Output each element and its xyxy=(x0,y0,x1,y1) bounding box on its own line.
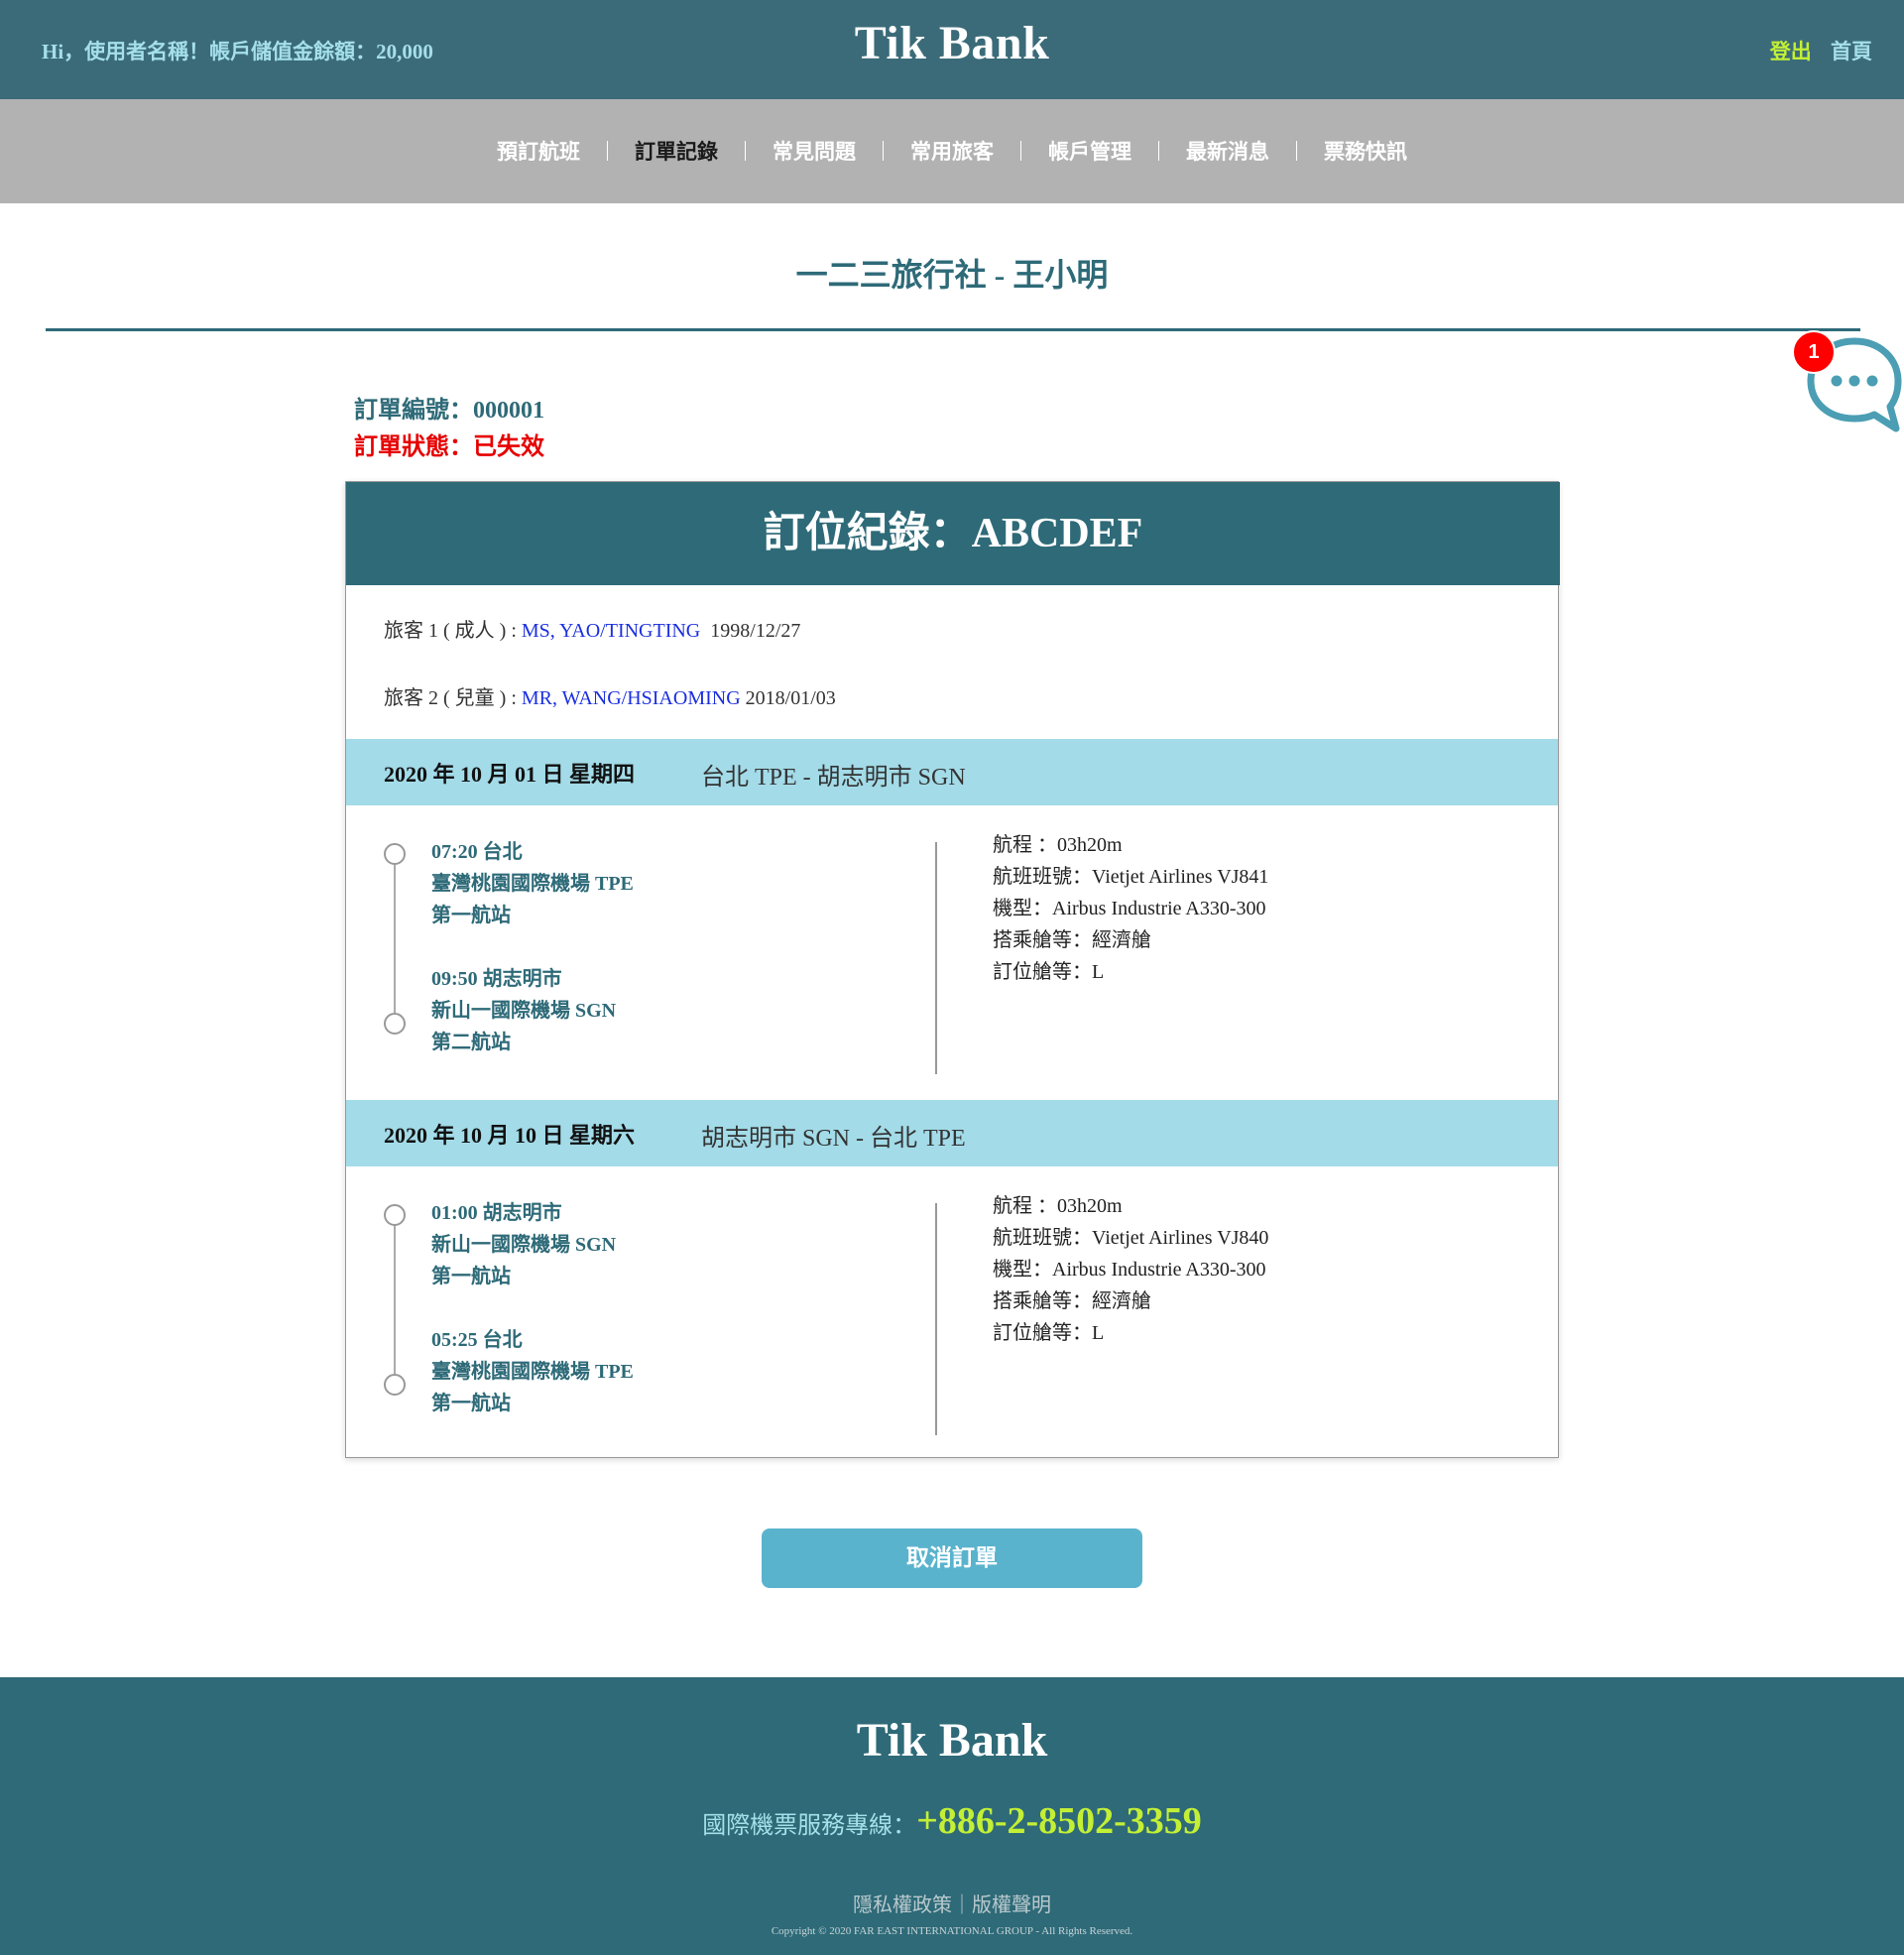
aircraft-type: 機型：Airbus Industrie A330-300 xyxy=(993,898,1266,919)
cabin-class: 搭乘艙等：經濟艙 xyxy=(993,929,1151,951)
timeline-end-dot xyxy=(384,1374,406,1396)
timeline-start-dot xyxy=(384,1204,406,1226)
hotline-number[interactable]: +886-2-8502-3359 xyxy=(916,1800,1202,1842)
cancel-order-button[interactable]: 取消訂單 xyxy=(762,1528,1142,1588)
flight-details: 航程 ：03h20m 航班班號：Vietjet Airlines VJ840 機… xyxy=(993,1190,1268,1349)
nav-item-ticket-alerts[interactable]: 票務快訊 xyxy=(1297,136,1434,166)
departure-time-city: 01:00 胡志明市 xyxy=(431,1202,562,1224)
segment-divider xyxy=(935,1203,937,1435)
departure-terminal: 第一航站 xyxy=(431,1266,511,1287)
segment-header: 2020 年 10 月 01 日 星期四 台北 TPE - 胡志明市 SGN xyxy=(346,739,1558,805)
flight-details: 航程 ：03h20m 航班班號：Vietjet Airlines VJ841 機… xyxy=(993,829,1268,988)
chat-notification-badge: 1 xyxy=(1792,330,1836,374)
departure-airport: 新山一國際機場 SGN xyxy=(431,1234,617,1256)
departure-airport: 臺灣桃園國際機場 TPE xyxy=(431,873,634,895)
departure-info: 01:00 胡志明市 新山一國際機場 SGN 第一航站 xyxy=(431,1197,616,1292)
passenger-label: 旅客 1 ( 成人 ) : xyxy=(384,620,522,642)
nav-list: 預訂航班 訂單記錄 常見問題 常用旅客 帳戶管理 最新消息 票務快訊 xyxy=(0,136,1904,166)
segment-divider xyxy=(935,842,937,1074)
nav-item-frequent-travelers[interactable]: 常用旅客 xyxy=(884,136,1020,166)
arrival-info: 05:25 台北 臺灣桃園國際機場 TPE 第一航站 xyxy=(431,1324,634,1419)
passenger-dob: 2018/01/03 xyxy=(745,687,836,709)
flight-duration: 航程 ：03h20m xyxy=(993,1195,1123,1217)
order-status: 訂單狀態：已失效 xyxy=(354,434,544,460)
nav-item-order-records[interactable]: 訂單記錄 xyxy=(608,136,745,166)
nav-item-faq[interactable]: 常見問題 xyxy=(746,136,883,166)
timeline-start-dot xyxy=(384,843,406,865)
footer: Tik Bank 國際機票服務專線：+886-2-8502-3359 隱私權政策… xyxy=(0,1677,1904,1955)
title-divider xyxy=(46,328,1860,331)
booking-class: 訂位艙等：L xyxy=(993,1322,1105,1344)
passenger-dob: 1998/12/27 xyxy=(710,620,801,642)
flight-number: 航班班號：Vietjet Airlines VJ840 xyxy=(993,1227,1269,1249)
arrival-airport: 新山一國際機場 SGN xyxy=(431,1000,617,1022)
nav-item-book-flight[interactable]: 預訂航班 xyxy=(470,136,607,166)
main-nav: 預訂航班 訂單記錄 常見問題 常用旅客 帳戶管理 最新消息 票務快訊 xyxy=(0,99,1904,203)
passenger-name: MR, WANG/HSIAOMING xyxy=(521,687,741,709)
arrival-time-city: 05:25 台北 xyxy=(431,1329,523,1351)
departure-time-city: 07:20 台北 xyxy=(431,841,523,863)
departure-info: 07:20 台北 臺灣桃園國際機場 TPE 第一航站 xyxy=(431,836,634,931)
flight-number: 航班班號：Vietjet Airlines VJ841 xyxy=(993,866,1269,888)
page-title: 一二三旅行社 - 王小明 xyxy=(795,257,1109,293)
segment-date: 2020 年 10 月 01 日 星期四 xyxy=(384,762,636,787)
segment-header: 2020 年 10 月 10 日 星期六 胡志明市 SGN - 台北 TPE xyxy=(346,1100,1558,1166)
top-header: Hi，使用者名稱！帳戶儲值金餘額：20,000 Tik Bank 登出 首頁 xyxy=(0,0,1904,99)
order-number: 訂單編號：000001 xyxy=(354,398,544,424)
top-links: 登出 首頁 xyxy=(1756,36,1872,65)
segment-details: 07:20 台北 臺灣桃園國際機場 TPE 第一航站 09:50 胡志明市 新山… xyxy=(346,805,1558,1093)
service-hotline: 國際機票服務專線：+886-2-8502-3359 xyxy=(0,1799,1904,1843)
flight-duration: 航程 ：03h20m xyxy=(993,834,1123,856)
booking-record-card: 訂位紀錄：ABCDEF 旅客 1 ( 成人 ) : MS, YAO/TINGTI… xyxy=(345,481,1560,1458)
footer-links: 隱私權政策｜版權聲明 xyxy=(0,1889,1904,1917)
segment-route: 胡志明市 SGN - 台北 TPE xyxy=(701,1126,966,1152)
passenger-label: 旅客 2 ( 兒童 ) : xyxy=(384,687,522,709)
arrival-info: 09:50 胡志明市 新山一國際機場 SGN 第二航站 xyxy=(431,963,616,1058)
segment-details: 01:00 胡志明市 新山一國際機場 SGN 第一航站 05:25 台北 臺灣桃… xyxy=(346,1166,1558,1454)
arrival-terminal: 第二航站 xyxy=(431,1032,511,1053)
copyright-statement-link[interactable]: 版權聲明 xyxy=(972,1894,1051,1916)
timeline-end-dot xyxy=(384,1013,406,1035)
passenger-name: MS, YAO/TINGTING xyxy=(521,620,701,642)
cabin-class: 搭乘艙等：經濟艙 xyxy=(993,1290,1151,1312)
timeline-line xyxy=(394,1215,396,1385)
booking-class: 訂位艙等：L xyxy=(993,961,1105,983)
privacy-policy-link[interactable]: 隱私權政策 xyxy=(853,1894,952,1916)
footer-brand-logo[interactable]: Tik Bank xyxy=(0,1713,1904,1768)
hotline-label: 國際機票服務專線： xyxy=(702,1813,917,1839)
footer-link-separator: ｜ xyxy=(952,1894,972,1916)
arrival-time-city: 09:50 胡志明市 xyxy=(431,968,562,990)
arrival-airport: 臺灣桃園國際機場 TPE xyxy=(431,1361,634,1383)
nav-item-news[interactable]: 最新消息 xyxy=(1159,136,1296,166)
passenger-row: 旅客 2 ( 兒童 ) : MR, WANG/HSIAOMING 2018/01… xyxy=(384,681,836,710)
logout-link[interactable]: 登出 xyxy=(1770,40,1812,63)
departure-terminal: 第一航站 xyxy=(431,905,511,926)
arrival-terminal: 第一航站 xyxy=(431,1393,511,1414)
aircraft-type: 機型：Airbus Industrie A330-300 xyxy=(993,1259,1266,1281)
nav-item-account[interactable]: 帳戶管理 xyxy=(1021,136,1158,166)
segment-date: 2020 年 10 月 10 日 星期六 xyxy=(384,1123,636,1148)
home-link[interactable]: 首頁 xyxy=(1831,40,1872,63)
brand-logo[interactable]: Tik Bank xyxy=(0,16,1904,70)
passenger-row: 旅客 1 ( 成人 ) : MS, YAO/TINGTING 1998/12/2… xyxy=(384,614,800,643)
booking-record-title: 訂位紀錄：ABCDEF xyxy=(346,482,1560,585)
segment-route: 台北 TPE - 胡志明市 SGN xyxy=(701,765,966,791)
copyright-text: Copyright © 2020 FAR EAST INTERNATIONAL … xyxy=(771,1925,1133,1937)
timeline-line xyxy=(394,854,396,1024)
